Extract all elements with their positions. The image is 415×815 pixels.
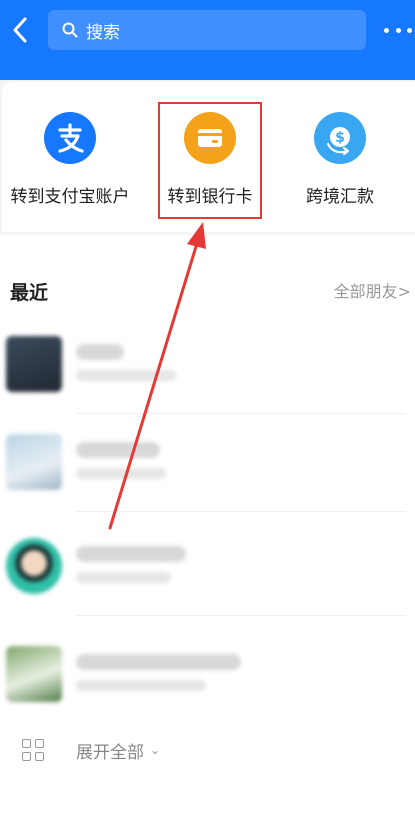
divider [76,413,406,414]
search-icon [62,22,78,38]
action-label: 跨境汇款 [306,187,374,207]
blurred-name [76,654,241,670]
back-arrow-icon [13,17,27,43]
avatar [6,336,62,392]
contact-item[interactable] [6,434,406,512]
chevron-right-icon: > [397,282,411,301]
blurred-name [76,546,186,562]
back-button[interactable] [6,12,34,48]
svg-text:$: $ [335,130,345,146]
expand-all-button[interactable]: 展开全部 ⌄ [22,738,161,763]
contact-item[interactable] [6,646,406,710]
chevron-down-icon: ⌄ [150,743,161,757]
recent-section [0,235,415,815]
search-placeholder: 搜索 [86,22,120,43]
contact-item[interactable] [6,538,406,616]
cross-border-remittance-icon: $ [314,112,366,164]
more-dot-icon [384,27,389,33]
transfer-to-alipay-button[interactable]: 转到支付宝账户 [0,112,140,222]
blurred-detail [76,370,176,381]
blurred-detail [76,680,206,691]
expand-all-label: 展开全部 [76,742,144,763]
blurred-detail [76,468,166,479]
highlight-box [158,102,262,219]
top-header: 搜索 [0,0,415,80]
cross-border-remittance-button[interactable]: $ 跨境汇款 [270,112,410,222]
grid-icon [22,739,44,761]
more-dot-icon [395,27,401,33]
blurred-name [76,344,124,360]
recent-title: 最近 [10,282,49,304]
more-button[interactable] [384,20,412,40]
all-friends-link[interactable]: 全部朋友> [334,278,411,302]
action-label: 转到支付宝账户 [10,187,130,207]
blurred-detail [76,572,171,583]
divider [76,511,406,512]
alipay-icon [44,112,96,164]
avatar [6,434,62,490]
avatar [6,646,62,702]
divider [76,615,406,616]
blurred-name [76,442,160,458]
more-dot-icon [407,27,412,33]
all-friends-label: 全部朋友 [333,282,398,301]
search-input[interactable]: 搜索 [48,10,366,50]
contact-item[interactable] [6,336,406,414]
avatar [6,538,62,594]
